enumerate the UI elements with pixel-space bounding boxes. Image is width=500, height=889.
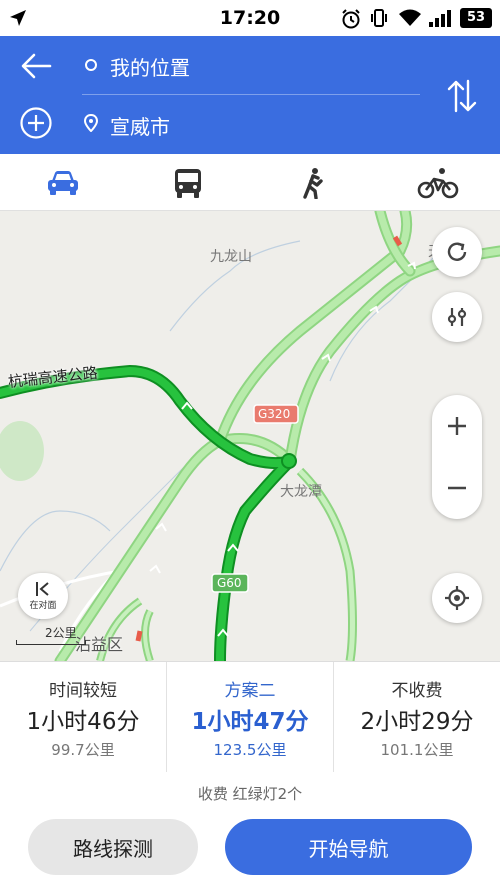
- alt-route-line: [56, 435, 294, 661]
- battery-icon: 53: [460, 8, 492, 28]
- locate-icon: [445, 586, 469, 610]
- locate-me-button[interactable]: [432, 573, 482, 623]
- signal-icon: [429, 10, 451, 27]
- route-distance: 123.5公里: [213, 741, 287, 759]
- status-time: 17:20: [219, 7, 281, 29]
- origin-field[interactable]: 我的位置: [110, 52, 190, 81]
- opposite-side-icon: [36, 582, 49, 596]
- tab-bus[interactable]: [125, 154, 250, 211]
- destination-pin-icon: [84, 114, 98, 132]
- opposite-side-button[interactable]: 在对面: [18, 573, 68, 619]
- opposite-side-label: 在对面: [29, 601, 57, 611]
- map-water-area: [0, 421, 44, 481]
- route-junction-marker: [281, 453, 297, 469]
- route-duration: 1小时46分: [26, 709, 140, 735]
- swap-icon[interactable]: [446, 78, 478, 114]
- status-bar: 17:20 53: [0, 0, 500, 36]
- map-canvas[interactable]: [0, 211, 500, 661]
- bike-icon: [417, 167, 458, 198]
- route-option-3[interactable]: 不收费 2小时29分 101.1公里: [334, 662, 500, 773]
- vibrate-icon: [371, 9, 387, 27]
- tab-bike[interactable]: [375, 154, 500, 211]
- route-preferences-button[interactable]: [432, 292, 482, 342]
- route-name: 方案二: [224, 681, 276, 701]
- map-scale-bar: [16, 640, 86, 645]
- tab-car[interactable]: [0, 154, 125, 211]
- traffic-jam-segment: [135, 630, 143, 642]
- route-options: 时间较短 1小时46分 99.7公里 方案二 1小时47分 123.5公里 不收…: [0, 661, 500, 773]
- map-label-g320: G320: [258, 407, 291, 421]
- start-navigation-button[interactable]: 开始导航: [225, 819, 472, 875]
- destination-field[interactable]: 宣威市: [110, 111, 170, 140]
- bus-icon: [174, 168, 201, 198]
- map-scale-label: 2公里: [45, 626, 77, 640]
- route-distance: 99.7公里: [51, 741, 115, 759]
- battery-level: 53: [466, 10, 486, 25]
- back-icon[interactable]: [20, 52, 52, 80]
- zoom-in-button[interactable]: [432, 395, 482, 457]
- sliders-icon: [447, 308, 467, 326]
- minus-icon: [448, 486, 466, 490]
- route-probe-button[interactable]: 路线探测: [28, 819, 198, 875]
- route-info: 收费 红绿灯2个: [0, 772, 500, 817]
- origin-dot-icon: [85, 59, 97, 71]
- route-distance: 101.1公里: [380, 741, 454, 759]
- map-label-mountain: 九龙山: [210, 249, 252, 265]
- route-option-1[interactable]: 时间较短 1小时46分 99.7公里: [0, 662, 166, 773]
- transport-mode-tabs: [0, 154, 500, 211]
- refresh-icon: [447, 242, 467, 261]
- route-duration: 1小时47分: [191, 709, 309, 735]
- route-duration: 2小时29分: [360, 709, 474, 735]
- route-map[interactable]: 九龙山 杭瑞高速公路 G320 大龙潭 G60 沾益区 天 2公里 在对面: [0, 211, 500, 661]
- tab-walk[interactable]: [250, 154, 375, 211]
- header-divider: [82, 94, 420, 95]
- alarm-icon: [342, 9, 360, 29]
- refresh-button[interactable]: [432, 227, 482, 277]
- walk-icon: [302, 167, 323, 199]
- add-waypoint-icon[interactable]: [19, 106, 53, 140]
- alt-route-line: [54, 433, 296, 661]
- car-icon: [47, 170, 78, 195]
- route-option-2[interactable]: 方案二 1小时47分 123.5公里: [167, 662, 333, 773]
- map-label-g60: G60: [217, 576, 242, 590]
- route-name: 时间较短: [49, 681, 117, 701]
- route-name: 不收费: [391, 681, 443, 701]
- wifi-icon: [399, 9, 421, 26]
- map-label-dalongtan: 大龙潭: [280, 484, 322, 500]
- route-header: 我的位置 宣威市: [0, 36, 500, 154]
- zoom-out-button[interactable]: [432, 457, 482, 519]
- zoom-controls: [432, 395, 482, 519]
- plus-icon: [448, 417, 466, 435]
